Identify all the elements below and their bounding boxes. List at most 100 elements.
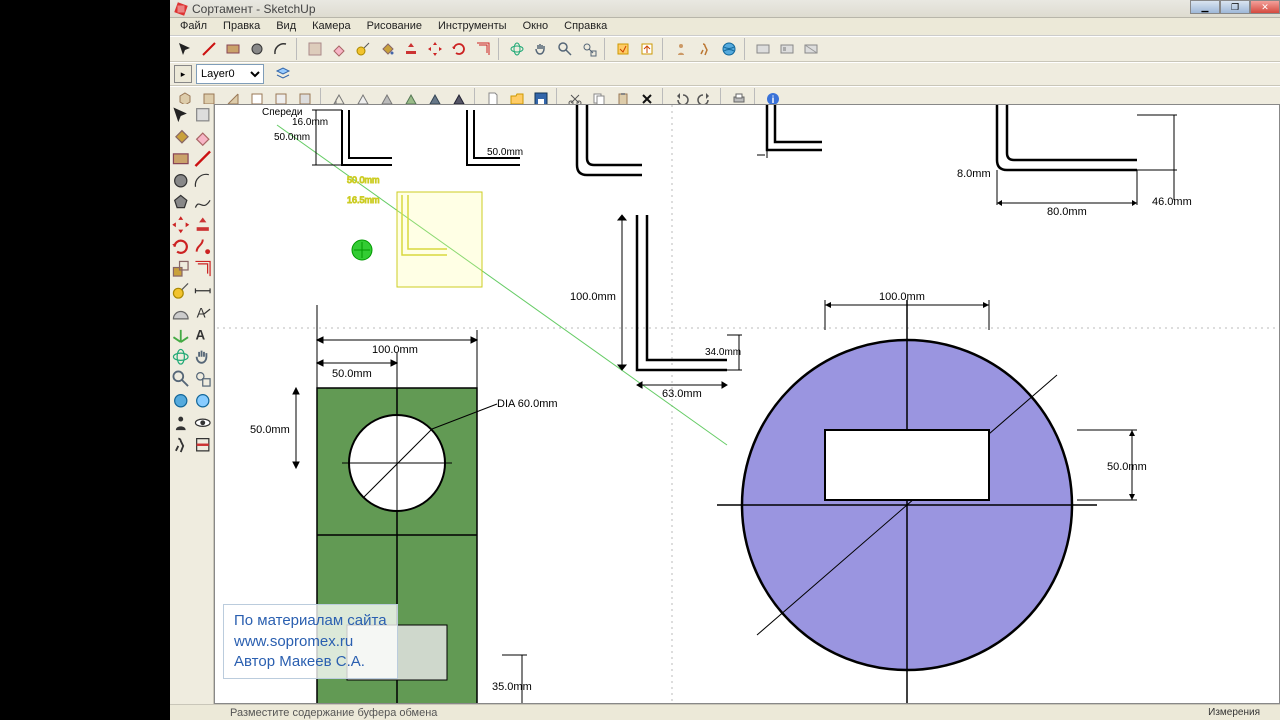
make-component-icon[interactable]: [304, 38, 326, 60]
layer-arrow-icon[interactable]: ▸: [174, 65, 192, 83]
layer-select[interactable]: Layer0: [196, 64, 264, 84]
drawing-canvas[interactable]: Спереди 50.0mm 16.0mm 50.0mm 16.5mm 50.0…: [214, 104, 1280, 704]
svg-text:50.0mm: 50.0mm: [332, 368, 372, 380]
move-icon[interactable]: [170, 214, 192, 236]
walk-icon[interactable]: [170, 434, 192, 456]
svg-text:100.0mm: 100.0mm: [879, 291, 925, 303]
watermark: По материалам сайта www.sopromex.ru Авто…: [223, 604, 398, 679]
freehand-icon[interactable]: [192, 192, 214, 214]
rectangle-tool-icon[interactable]: [222, 38, 244, 60]
maximize-button[interactable]: ❐: [1220, 0, 1250, 14]
zoomwin-icon[interactable]: [192, 368, 214, 390]
menu-window[interactable]: Окно: [515, 18, 557, 35]
eraser-icon[interactable]: [192, 126, 214, 148]
followme-icon[interactable]: [192, 236, 214, 258]
paint-bucket-icon[interactable]: [376, 38, 398, 60]
next-view-icon[interactable]: [192, 390, 214, 412]
menu-help[interactable]: Справка: [556, 18, 615, 35]
circle-icon[interactable]: [170, 170, 192, 192]
layer-manager-icon[interactable]: [272, 63, 294, 85]
status-hint: Разместите содержание буфера обмена: [230, 707, 437, 719]
svg-text:35.0mm: 35.0mm: [492, 681, 532, 693]
eraser-tool-icon[interactable]: [328, 38, 350, 60]
rotate-icon[interactable]: [170, 236, 192, 258]
offset-tool-icon[interactable]: [472, 38, 494, 60]
extension3-icon[interactable]: [800, 38, 822, 60]
share-model-icon[interactable]: [636, 38, 658, 60]
menu-camera[interactable]: Камера: [304, 18, 358, 35]
arc-tool-icon[interactable]: [270, 38, 292, 60]
select-tool-icon[interactable]: [174, 38, 196, 60]
measure-label: Измерения: [1208, 704, 1260, 720]
axes-icon[interactable]: [170, 324, 192, 346]
component-icon[interactable]: [192, 104, 214, 126]
svg-text:34.0mm: 34.0mm: [705, 347, 741, 358]
polygon-icon[interactable]: [170, 192, 192, 214]
title-bar: Сортамент - SketchUp ▁ ❐ ✕: [170, 0, 1280, 18]
svg-text:80.0mm: 80.0mm: [1047, 206, 1087, 218]
close-button[interactable]: ✕: [1250, 0, 1280, 14]
3dtext-icon[interactable]: A: [192, 324, 214, 346]
offset-icon[interactable]: [192, 258, 214, 280]
minimize-button[interactable]: ▁: [1190, 0, 1220, 14]
menu-draw[interactable]: Рисование: [359, 18, 430, 35]
extension2-icon[interactable]: [776, 38, 798, 60]
pan-icon[interactable]: [192, 346, 214, 368]
svg-text:50.0mm: 50.0mm: [347, 175, 380, 185]
dimension-icon[interactable]: [192, 280, 214, 302]
tape-measure-icon[interactable]: [352, 38, 374, 60]
svg-text:100.0mm: 100.0mm: [372, 344, 418, 356]
svg-text:46.0mm: 46.0mm: [1152, 196, 1192, 208]
menu-edit[interactable]: Правка: [215, 18, 268, 35]
section-icon[interactable]: [192, 434, 214, 456]
menu-tools[interactable]: Инструменты: [430, 18, 515, 35]
person-icon[interactable]: [670, 38, 692, 60]
rotate-tool-icon[interactable]: [448, 38, 470, 60]
zoom-extents-icon[interactable]: [578, 38, 600, 60]
app-icon: [174, 2, 188, 16]
svg-text:DIA 60.0mm: DIA 60.0mm: [497, 398, 558, 410]
text-icon[interactable]: A: [192, 302, 214, 324]
svg-text:16.0mm: 16.0mm: [292, 117, 328, 128]
menu-file[interactable]: Файл: [172, 18, 215, 35]
orbit-tool-icon[interactable]: [506, 38, 528, 60]
svg-text:63.0mm: 63.0mm: [662, 388, 702, 400]
svg-text:A: A: [195, 328, 205, 343]
pan-tool-icon[interactable]: [530, 38, 552, 60]
tape-icon[interactable]: [170, 280, 192, 302]
orbit-icon[interactable]: [170, 346, 192, 368]
line-tool-icon[interactable]: [198, 38, 220, 60]
extension-icon[interactable]: [752, 38, 774, 60]
svg-text:50.0mm: 50.0mm: [487, 147, 523, 158]
protractor-icon[interactable]: [170, 302, 192, 324]
paint-icon[interactable]: [170, 126, 192, 148]
prev-view-icon[interactable]: [170, 390, 192, 412]
position-camera-icon[interactable]: [170, 412, 192, 434]
bracket-group-1: Спереди 50.0mm 16.0mm 50.0mm 16.5mm 50.0…: [262, 107, 523, 287]
circle-tool-icon[interactable]: [246, 38, 268, 60]
window-title: Сортамент - SketchUp: [192, 2, 316, 16]
svg-text:50.0mm: 50.0mm: [274, 132, 310, 143]
select-icon[interactable]: [170, 104, 192, 126]
status-bar: Разместите содержание буфера обмена Изме…: [170, 704, 1280, 720]
zoom-tool-icon[interactable]: [554, 38, 576, 60]
look-around-icon[interactable]: [192, 412, 214, 434]
push-pull-icon[interactable]: [400, 38, 422, 60]
move-tool-icon[interactable]: [424, 38, 446, 60]
menu-view[interactable]: Вид: [268, 18, 304, 35]
walk-tool-icon[interactable]: [694, 38, 716, 60]
zoom-icon[interactable]: [170, 368, 192, 390]
svg-text:50.0mm: 50.0mm: [1107, 461, 1147, 473]
globe-icon[interactable]: [718, 38, 740, 60]
svg-text:50.0mm: 50.0mm: [250, 424, 290, 436]
arc-icon[interactable]: [192, 170, 214, 192]
scale-icon[interactable]: [170, 258, 192, 280]
get-models-icon[interactable]: [612, 38, 634, 60]
svg-text:16.5mm: 16.5mm: [347, 195, 380, 205]
rect-icon[interactable]: [170, 148, 192, 170]
toolbar-main: [170, 36, 1280, 62]
svg-text:8.0mm: 8.0mm: [957, 168, 991, 180]
svg-text:100.0mm: 100.0mm: [570, 291, 616, 303]
line-icon[interactable]: [192, 148, 214, 170]
pushpull-icon[interactable]: [192, 214, 214, 236]
